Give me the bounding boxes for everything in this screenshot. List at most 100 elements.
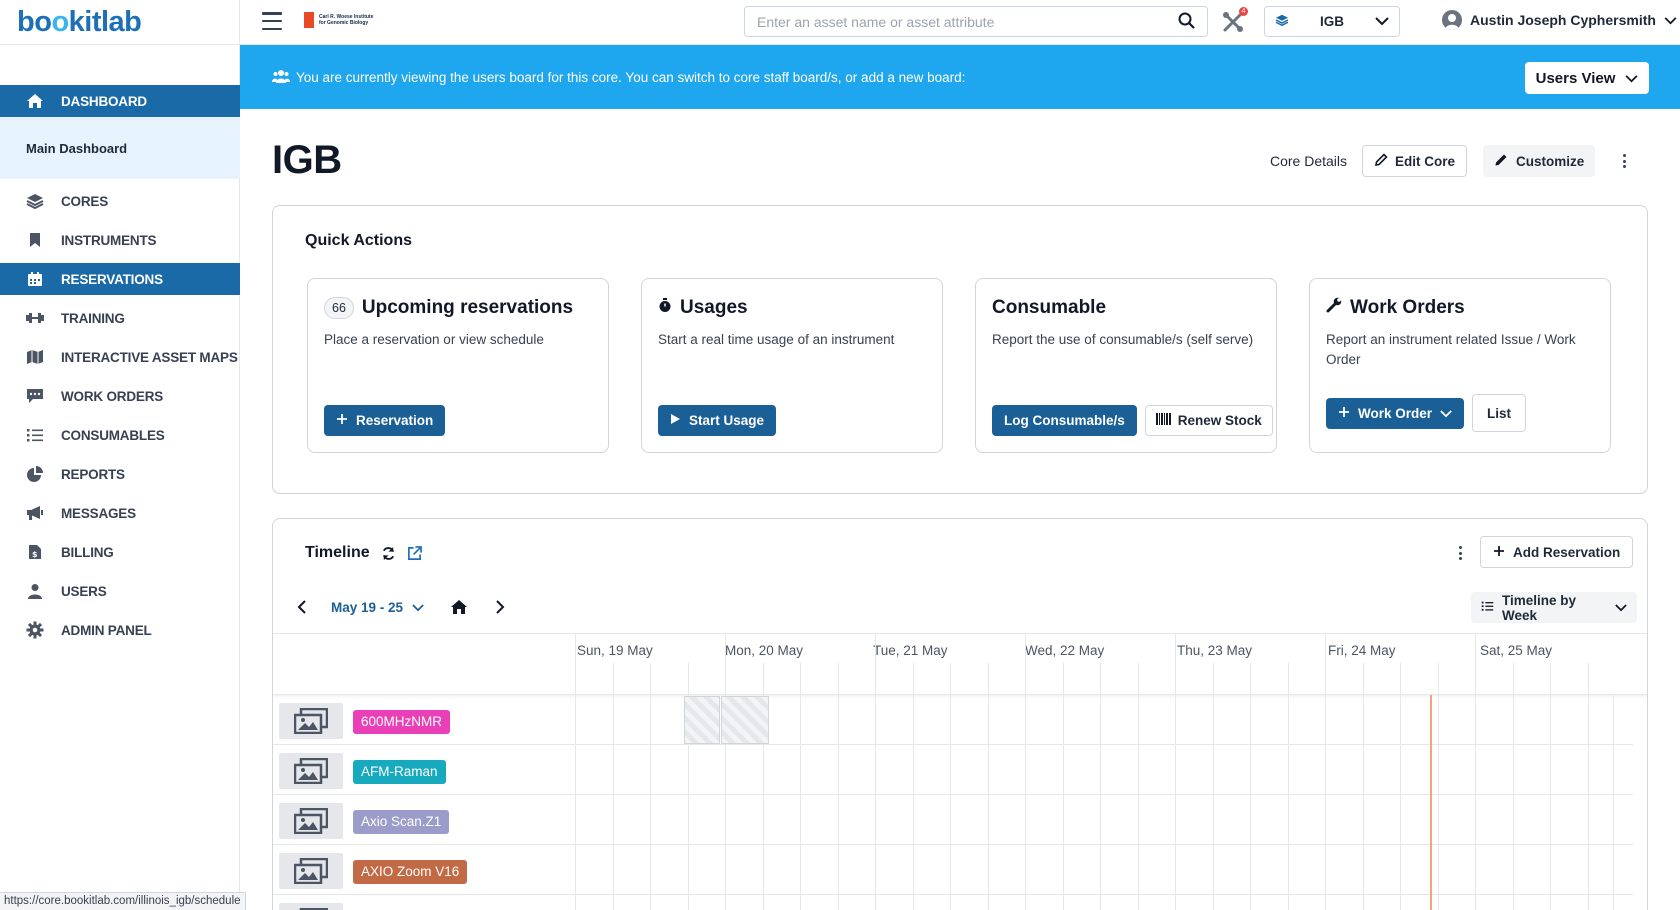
institute-logo-text: Carl R. Woese Institute for Genomic Biol… — [319, 14, 374, 26]
work-order-list-button[interactable]: List — [1472, 394, 1527, 432]
sidebar-item-interactive-asset-maps[interactable]: INTERACTIVE ASSET MAPS — [0, 341, 240, 373]
tools-notification-button[interactable]: 4 — [1222, 7, 1248, 36]
page-title: IGB — [272, 138, 342, 182]
user-name: Austin Joseph Cyphersmith — [1470, 12, 1656, 28]
core-select-value: IGB — [1319, 14, 1344, 29]
instrument-label-axio-scan[interactable]: Axio Scan.Z1 — [353, 810, 450, 834]
instrument-label-axio-zoom[interactable]: AXIO Zoom V16 — [353, 860, 468, 884]
week-range-picker[interactable]: May 19 - 25 — [331, 600, 424, 615]
users-group-icon — [272, 69, 290, 86]
logo-text: kitlab — [68, 6, 142, 38]
home-icon — [24, 92, 46, 110]
timeline-header: Timeline — [305, 544, 422, 562]
renew-stock-button[interactable]: Renew Stock — [1144, 405, 1273, 436]
button-label: Work Order — [1358, 406, 1433, 421]
today-home-icon[interactable] — [450, 599, 468, 615]
card-title: Usages — [680, 297, 748, 318]
logo-text: o — [34, 6, 52, 38]
log-consumables-button[interactable]: Log Consumable/s — [992, 405, 1137, 436]
users-board-banner: You are currently viewing the users boar… — [240, 45, 1680, 109]
refresh-icon[interactable] — [381, 546, 396, 561]
day-label: Fri, 24 May — [1328, 643, 1396, 658]
timeline-title: Timeline — [305, 544, 370, 561]
sidebar-item-label: BILLING — [61, 544, 114, 560]
search-input[interactable] — [757, 13, 1178, 30]
tools-icon — [1222, 12, 1244, 36]
start-usage-button[interactable]: Start Usage — [658, 405, 777, 436]
logo-text: o — [51, 6, 69, 38]
sidebar-item-reports[interactable]: REPORTS — [0, 458, 240, 490]
instrument-label-600mhznmr[interactable]: 600MHzNMR — [353, 710, 451, 734]
sidebar-item-cores[interactable]: CORES — [0, 185, 240, 217]
day-label: Thu, 23 May — [1177, 643, 1253, 658]
button-label: Renew Stock — [1177, 413, 1262, 428]
sidebar-item-messages[interactable]: MESSAGES — [0, 497, 240, 529]
search-icon[interactable] — [1178, 12, 1195, 32]
sidebar-item-billing[interactable]: $ BILLING — [0, 536, 240, 568]
quick-actions-panel: Quick Actions 66 Upcoming reservations P… — [272, 205, 1648, 494]
invoice-icon: $ — [24, 543, 46, 561]
sidebar-item-dashboard[interactable]: DASHBOARD — [0, 85, 240, 117]
instrument-label-afm-raman[interactable]: AFM-Raman — [353, 760, 446, 784]
dumbbell-icon — [24, 309, 46, 327]
sidebar-item-reservations[interactable]: RESERVATIONS — [0, 263, 240, 295]
timeline-grid: Sun, 19 May Mon, 20 May Tue, 21 May Wed,… — [273, 633, 1647, 910]
avatar — [1442, 10, 1462, 30]
sidebar-item-admin-panel[interactable]: ADMIN PANEL — [0, 614, 240, 646]
day-label: Tue, 21 May — [873, 643, 948, 658]
day-label: Mon, 20 May — [725, 643, 804, 658]
sidebar-item-label: TRAINING — [61, 310, 125, 326]
chevron-down-icon — [412, 600, 424, 615]
users-view-dropdown[interactable]: Users View — [1525, 62, 1649, 94]
chevron-left-icon[interactable] — [291, 597, 311, 617]
banner-text: You are currently viewing the users boar… — [296, 70, 966, 85]
timeline-navigation: May 19 - 25 — [291, 597, 510, 617]
sidebar-item-users[interactable]: USERS — [0, 575, 240, 607]
timeline-more-options-icon[interactable] — [1453, 546, 1467, 560]
plus-icon — [1338, 406, 1350, 421]
sidebar-item-instruments[interactable]: INSTRUMENTS — [0, 224, 240, 256]
institute-logo: Carl R. Woese Institute for Genomic Biol… — [304, 12, 375, 28]
pencil-icon — [1374, 152, 1388, 170]
unavailable-block — [721, 696, 769, 744]
work-order-dropdown-button[interactable]: Work Order — [1326, 398, 1465, 429]
add-reservation-button[interactable]: Reservation — [324, 405, 446, 436]
card-title: Consumable — [992, 297, 1107, 318]
sidebar-item-label: INSTRUMENTS — [61, 232, 157, 248]
button-label: Add Reservation — [1513, 544, 1621, 560]
timeline-add-reservation-button[interactable]: Add Reservation — [1480, 536, 1634, 568]
menu-toggle-icon[interactable] — [262, 12, 282, 30]
sidebar-item-label: WORK ORDERS — [61, 388, 164, 404]
work-orders-card: Work Orders Report an instrument related… — [1309, 278, 1611, 453]
upcoming-reservations-card: 66 Upcoming reservations Place a reserva… — [307, 278, 609, 453]
customize-button[interactable]: Customize — [1483, 145, 1596, 177]
user-menu[interactable]: Austin Joseph Cyphersmith — [1442, 10, 1677, 30]
pie-chart-icon — [24, 465, 46, 483]
timeline-view-label: Timeline by Week — [1502, 592, 1577, 623]
chevron-right-icon[interactable] — [490, 597, 510, 617]
wrench-icon — [1326, 297, 1342, 319]
button-label: Reservation — [356, 413, 434, 428]
play-icon — [670, 413, 681, 428]
instrument-image-placeholder-icon — [279, 703, 343, 739]
external-link-icon[interactable] — [407, 545, 422, 561]
more-options-icon[interactable] — [1617, 154, 1631, 168]
edit-core-button[interactable]: Edit Core — [1362, 145, 1468, 177]
bookitlab-logo[interactable]: bookitlab — [0, 0, 239, 45]
card-title: Upcoming reservations — [361, 297, 574, 318]
usages-card: Usages Start a real time usage of an ins… — [641, 278, 943, 453]
sidebar-item-training[interactable]: TRAINING — [0, 302, 240, 334]
button-label: Start Usage — [689, 413, 765, 428]
week-range-label: May 19 - 25 — [331, 599, 404, 615]
sidebar-item-work-orders[interactable]: WORK ORDERS — [0, 380, 240, 412]
chevron-down-icon — [1625, 70, 1638, 87]
timeline-view-dropdown[interactable]: Timeline by Week — [1471, 592, 1637, 623]
core-details-link[interactable]: Core Details — [1270, 153, 1347, 169]
sidebar-subitem-main-dashboard[interactable]: Main Dashboard — [0, 117, 240, 179]
core-select[interactable]: IGB — [1264, 6, 1400, 37]
asset-search — [744, 6, 1208, 37]
sidebar-item-label: CORES — [61, 193, 109, 209]
sidebar-item-consumables[interactable]: CONSUMABLES — [0, 419, 240, 451]
status-bar-url: https://core.bookitlab.com/illinois_igb/… — [0, 892, 246, 910]
chevron-down-icon — [1375, 14, 1389, 29]
